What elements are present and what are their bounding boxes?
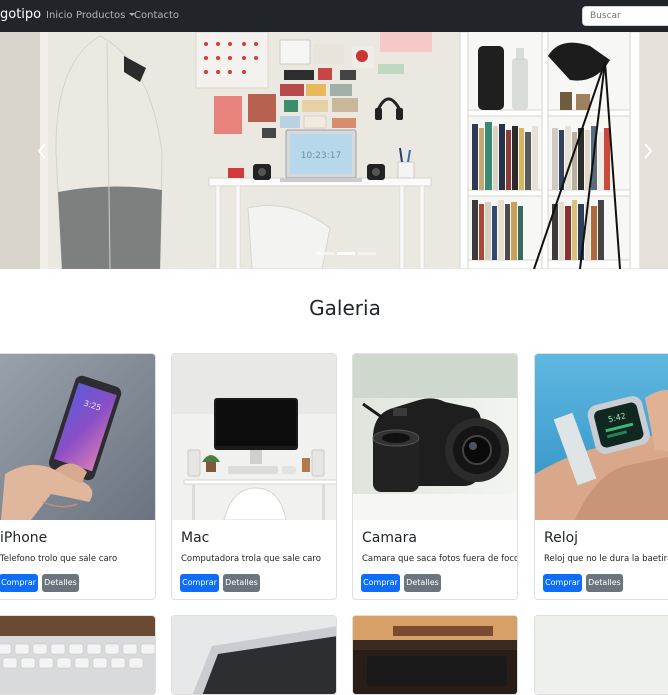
product-card-desk: [352, 615, 518, 695]
carousel-next-button[interactable]: [638, 136, 658, 166]
camera-photo: [353, 354, 517, 520]
product-image-reloj: 5:42: [535, 354, 668, 520]
carousel-indicator-3[interactable]: [358, 252, 376, 255]
details-button[interactable]: Detalles: [42, 574, 79, 592]
card-title: Mac: [181, 530, 210, 546]
details-button[interactable]: Detalles: [223, 574, 260, 592]
chevron-left-icon: [37, 143, 46, 159]
laptop-photo: [172, 616, 336, 694]
details-button[interactable]: Detalles: [586, 574, 623, 592]
buy-button[interactable]: Comprar: [543, 574, 582, 592]
product-card-laptop: [171, 615, 337, 695]
product-card-extra: [534, 615, 668, 695]
navbar: gotipo Inicio Productos Contacto: [0, 0, 668, 32]
watch-photo: 5:42: [535, 354, 668, 520]
desk-photo: [353, 616, 517, 694]
product-card-keyboard: [0, 615, 156, 695]
card-title: iPhone: [0, 530, 48, 546]
navbar-brand[interactable]: gotipo: [0, 7, 41, 22]
card-title: Reloj: [544, 530, 579, 546]
nav-link-inicio[interactable]: Inicio: [46, 10, 72, 21]
card-text: Computadora trola que sale caro: [181, 554, 321, 564]
nav-dropdown-productos[interactable]: Productos: [76, 10, 136, 21]
gallery-heading: Galeria: [309, 296, 381, 320]
nav-link-contacto[interactable]: Contacto: [134, 10, 179, 21]
product-image-mac: [172, 354, 336, 520]
product-card-iphone: 3:25 iPhone Telefono trolo que sale caro…: [0, 353, 156, 600]
buy-button[interactable]: Comprar: [0, 574, 38, 592]
chevron-right-icon: [644, 143, 653, 159]
product-image-iphone: 3:25: [0, 354, 155, 520]
carousel-indicator-1[interactable]: [316, 252, 334, 255]
card-text: Camara que saca fotos fuera de foco: [362, 554, 518, 564]
nav-link-productos-label: Productos: [76, 10, 126, 21]
product-photo: [535, 616, 668, 694]
product-image-camara: [353, 354, 517, 520]
laptop-screen-time: 10:23:17: [301, 151, 341, 161]
carousel-slide-image: 10:23:17: [0, 32, 668, 269]
carousel-prev-button[interactable]: [32, 136, 52, 166]
iphone-photo: 3:25: [0, 354, 155, 520]
buy-button[interactable]: Comprar: [361, 574, 400, 592]
product-card-reloj: 5:42 Reloj Reloj que no le dura la baeti…: [534, 353, 668, 600]
keyboard-photo: [0, 616, 155, 694]
details-button[interactable]: Detalles: [404, 574, 441, 592]
hero-carousel: 10:23:17: [0, 32, 668, 269]
card-text: Telefono trolo que sale caro: [0, 554, 118, 564]
carousel-indicator-2[interactable]: [337, 252, 355, 255]
card-text: Reloj que no le dura la baetira: [544, 554, 668, 564]
product-card-camara: Camara Camara que saca fotos fuera de fo…: [352, 353, 518, 600]
search-input[interactable]: [582, 6, 668, 26]
buy-button[interactable]: Comprar: [180, 574, 219, 592]
card-title: Camara: [362, 530, 417, 546]
product-card-mac: Mac Computadora trola que sale caro Comp…: [171, 353, 337, 600]
mac-photo: [172, 354, 336, 520]
